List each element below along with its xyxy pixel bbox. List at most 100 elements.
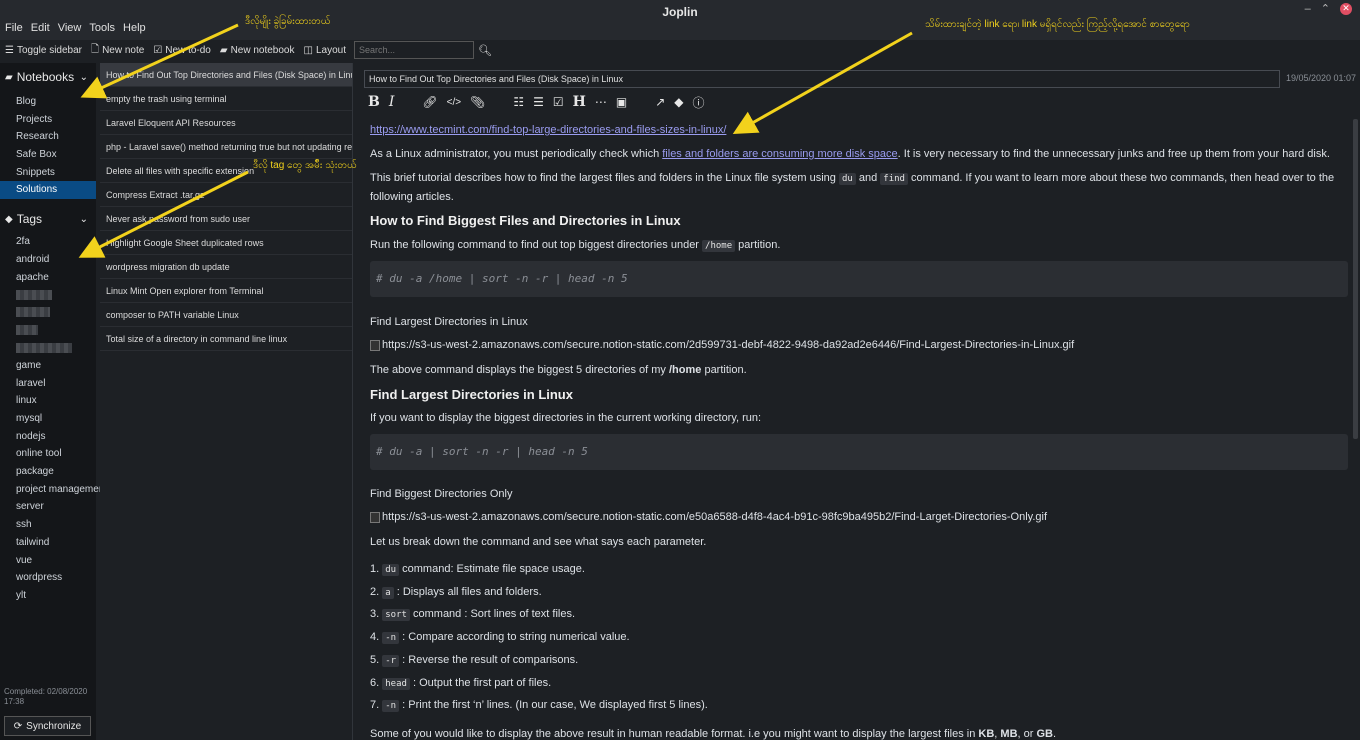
list-item: 5. -r : Reverse the result of comparison…	[370, 654, 579, 667]
image-icon	[370, 339, 380, 351]
tag-item-redacted[interactable]	[0, 322, 96, 340]
window-controls: – ⌃ ✕	[1305, 2, 1352, 15]
book-icon: ▰	[5, 71, 13, 83]
main-toolbar: ☰ Toggle sidebar 🗋 New note ☑ New to-do ▰ Ne…	[0, 40, 1360, 60]
note-list-item[interactable]: php - Laravel save() method returning tr…	[100, 135, 352, 159]
tag-item[interactable]: vue	[0, 552, 96, 570]
menu-tools[interactable]: Tools	[89, 22, 115, 34]
checkbox-icon: ☑	[153, 44, 163, 56]
inline-link[interactable]: files and folders are consuming more dis…	[662, 148, 897, 160]
chevron-down-icon[interactable]: ⌄	[80, 214, 88, 225]
bulleted-list-icon[interactable]: ☰	[533, 95, 544, 109]
attach-icon[interactable]: 📎︎	[470, 95, 485, 109]
tag-item[interactable]: 2fa	[0, 233, 96, 251]
book-icon: ▰	[219, 44, 228, 56]
checkbox-list-icon[interactable]: ☑	[553, 95, 564, 109]
tag-item[interactable]: laravel	[0, 375, 96, 393]
tag-item[interactable]: ylt	[0, 587, 96, 605]
heading-icon[interactable]: H	[573, 94, 586, 110]
note-list-item[interactable]: Highlight Google Sheet duplicated rows	[100, 231, 352, 255]
menu-view[interactable]: View	[58, 22, 82, 34]
tags-icon[interactable]: ◆	[674, 95, 683, 109]
calendar-icon[interactable]: ▣	[616, 95, 627, 109]
close-icon[interactable]: ✕	[1340, 2, 1352, 15]
toggle-sidebar-button[interactable]: ☰ Toggle sidebar	[5, 45, 82, 56]
notebook-item[interactable]: Projects	[0, 111, 96, 129]
new-todo-button[interactable]: ☑ New to-do	[153, 45, 211, 56]
note-list-item[interactable]: Never ask password from sudo user	[100, 207, 352, 231]
inline-code: du	[838, 173, 856, 185]
note-list-item[interactable]: Total size of a directory in command lin…	[100, 327, 352, 351]
tag-item[interactable]: ssh	[0, 516, 96, 534]
tag-item-redacted[interactable]	[0, 339, 96, 357]
code-block: # du -a | sort -n -r | head -n 5	[370, 434, 1348, 470]
sync-status: Completed: 02/08/2020 17:38	[4, 687, 88, 706]
tag-item[interactable]: linux	[0, 392, 96, 410]
scrollbar-thumb[interactable]	[1353, 119, 1358, 439]
tag-item[interactable]: game	[0, 357, 96, 375]
tag-item-redacted[interactable]	[0, 304, 96, 322]
tag-item[interactable]: project management	[0, 481, 107, 499]
tag-item[interactable]: nodejs	[0, 428, 96, 446]
horizontal-rule-icon[interactable]: ⋯	[595, 95, 607, 109]
layout-button[interactable]: ◫ Layout	[304, 45, 346, 56]
notebook-item[interactable]: Snippets	[0, 164, 96, 182]
list-item: 7. -n : Print the first ‘n’ lines. (In o…	[370, 699, 708, 712]
notebook-item[interactable]: Safe Box	[0, 146, 96, 164]
minimize-icon[interactable]: –	[1305, 3, 1311, 15]
italic-icon[interactable]: I	[389, 94, 395, 110]
note-list-item[interactable]: wordpress migration db update	[100, 255, 352, 279]
notebook-item[interactable]: Research	[0, 128, 96, 146]
code-icon[interactable]: </>	[447, 97, 461, 108]
new-notebook-button[interactable]: ▰ New notebook	[220, 45, 295, 56]
note-list-item[interactable]: Laravel Eloquent API Resources	[100, 111, 352, 135]
notebook-item-selected[interactable]: Solutions	[0, 181, 96, 200]
note-list-item[interactable]: empty the trash using terminal	[100, 87, 352, 111]
list-item: 6. head : Output the first part of files…	[370, 677, 552, 690]
note-list-item[interactable]: Linux Mint Open explorer from Terminal	[100, 279, 352, 303]
search-input[interactable]	[353, 41, 474, 59]
note-title-input[interactable]: How to Find Out Top Directories and File…	[364, 70, 1280, 88]
tag-item[interactable]: tailwind	[0, 534, 96, 552]
list-item: 1. du command: Estimate file space usage…	[370, 563, 585, 576]
paragraph: The above command displays the biggest 5…	[370, 364, 747, 376]
heading: How to Find Biggest Files and Directorie…	[370, 213, 681, 228]
note-date: 19/05/2020 01:07	[1286, 73, 1357, 83]
notebook-item[interactable]: Blog	[0, 93, 96, 111]
info-icon[interactable]: ⓘ	[692, 94, 704, 111]
bold-icon[interactable]: B	[368, 94, 380, 110]
menu-file[interactable]: File	[5, 22, 23, 34]
tag-item[interactable]: online tool	[0, 445, 96, 463]
tag-item[interactable]: package	[0, 463, 96, 481]
note-list-item[interactable]: composer to PATH variable Linux	[100, 303, 352, 327]
tag-item-redacted[interactable]	[0, 286, 96, 304]
tag-item[interactable]: server	[0, 498, 96, 516]
tag-item[interactable]: apache	[0, 269, 96, 287]
external-edit-icon[interactable]: ↗	[655, 95, 665, 109]
inline-code: find	[880, 173, 908, 185]
tag-item[interactable]: wordpress	[0, 569, 96, 587]
maximize-icon[interactable]: ⌃	[1321, 2, 1330, 15]
tag-item[interactable]: mysql	[0, 410, 96, 428]
chevron-down-icon[interactable]: ⌄	[80, 72, 88, 83]
source-link[interactable]: https://www.tecmint.com/find-top-large-d…	[370, 124, 726, 136]
notebooks-header[interactable]: ▰ Notebooks ⌄	[0, 63, 96, 91]
file-icon: 🗋	[91, 43, 100, 55]
numbered-list-icon[interactable]: ☷	[513, 95, 524, 109]
search-icon[interactable]: 🔍︎	[478, 44, 492, 57]
paragraph: Find Largest Directories in Linux	[370, 316, 528, 328]
menu-bar: File Edit View Tools Help	[5, 22, 146, 34]
note-list-item-selected[interactable]: How to Find Out Top Directories and File…	[100, 63, 352, 87]
menu-edit[interactable]: Edit	[31, 22, 50, 34]
synchronize-button[interactable]: ⟳ Synchronize	[4, 716, 91, 736]
broken-image: https://s3-us-west-2.amazonaws.com/secur…	[370, 339, 1074, 351]
new-note-button[interactable]: 🗋 New note	[91, 42, 144, 59]
heading: Find Largest Directories in Linux	[370, 387, 573, 402]
annotation-text: သိမ်းထားချင်တဲ့ link ရော၊ link မရှိရင်လည…	[925, 19, 1190, 30]
tag-item[interactable]: android	[0, 251, 96, 269]
image-icon	[370, 511, 380, 523]
link-icon[interactable]: 🔗︎	[422, 95, 437, 109]
menu-help[interactable]: Help	[123, 22, 146, 34]
tags-header[interactable]: ◆ Tags ⌄	[0, 205, 96, 233]
note-list-item[interactable]: Compress Extract .tar.gz	[100, 183, 352, 207]
